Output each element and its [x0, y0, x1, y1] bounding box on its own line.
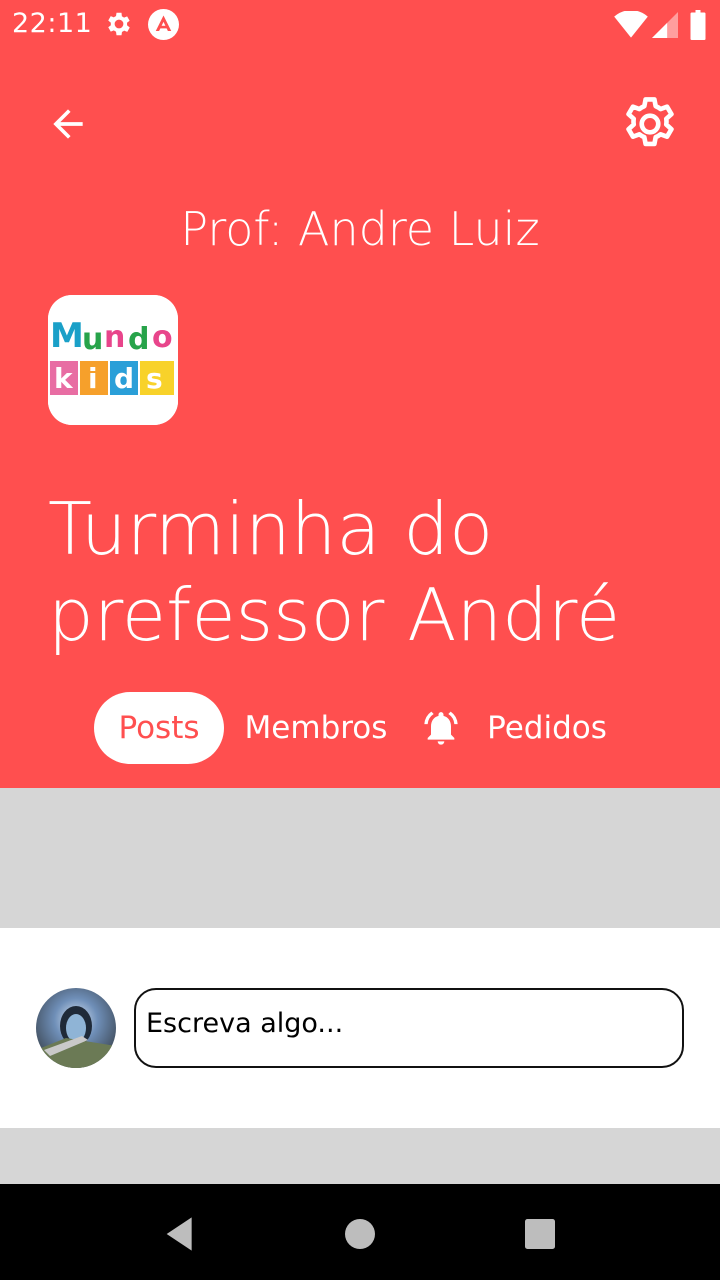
- post-composer: Escreva algo...: [0, 928, 720, 1128]
- tab-pedidos[interactable]: Pedidos: [414, 692, 614, 764]
- mundo-kids-logo: M u n d o k i d s: [48, 295, 178, 425]
- system-nav-bar: [0, 1184, 720, 1280]
- group-logo: M u n d o k i d s: [48, 295, 178, 425]
- back-triangle-icon[interactable]: [160, 1214, 200, 1254]
- wifi-icon: [614, 11, 648, 38]
- svg-text:u: u: [82, 322, 103, 357]
- svg-text:s: s: [146, 362, 163, 395]
- group-tabs: Posts Membros Pedidos: [0, 692, 720, 764]
- home-circle-icon[interactable]: [340, 1214, 380, 1254]
- gear-icon: [626, 97, 674, 147]
- svg-text:d: d: [128, 322, 149, 357]
- signal-icon: [652, 12, 678, 38]
- gear-icon: [108, 12, 130, 36]
- arrow-left-icon: [53, 109, 83, 139]
- bell-ringing-icon: [424, 711, 458, 745]
- tab-label: Pedidos: [487, 710, 607, 746]
- group-title: Turminha do prefessor André: [48, 486, 688, 658]
- back-button[interactable]: [40, 96, 96, 152]
- settings-button[interactable]: [614, 88, 686, 160]
- group-title-line: Turminha do: [48, 487, 494, 571]
- svg-text:n: n: [104, 320, 125, 355]
- svg-text:d: d: [114, 362, 134, 395]
- post-input[interactable]: Escreva algo...: [134, 988, 684, 1068]
- avatar-image: [36, 988, 116, 1068]
- app-notification-icon: [148, 9, 179, 40]
- professor-name: Prof: Andre Luiz: [180, 202, 540, 256]
- status-bar: 22:11: [0, 0, 720, 50]
- user-avatar[interactable]: [36, 988, 116, 1068]
- tab-posts[interactable]: Posts: [94, 692, 224, 764]
- group-title-line: prefessor André: [48, 573, 621, 657]
- tab-label: Membros: [244, 710, 388, 746]
- status-time: 22:11: [12, 8, 93, 39]
- svg-text:o: o: [152, 320, 173, 355]
- svg-text:k: k: [54, 362, 74, 395]
- svg-text:i: i: [88, 362, 98, 395]
- recents-square-icon[interactable]: [520, 1214, 560, 1254]
- tab-label: Posts: [118, 710, 200, 746]
- tab-membros[interactable]: Membros: [236, 692, 396, 764]
- group-header: Prof: Andre Luiz M u n d o k i d s Turmi: [0, 50, 720, 788]
- battery-icon: [690, 10, 706, 40]
- svg-text:M: M: [50, 316, 84, 356]
